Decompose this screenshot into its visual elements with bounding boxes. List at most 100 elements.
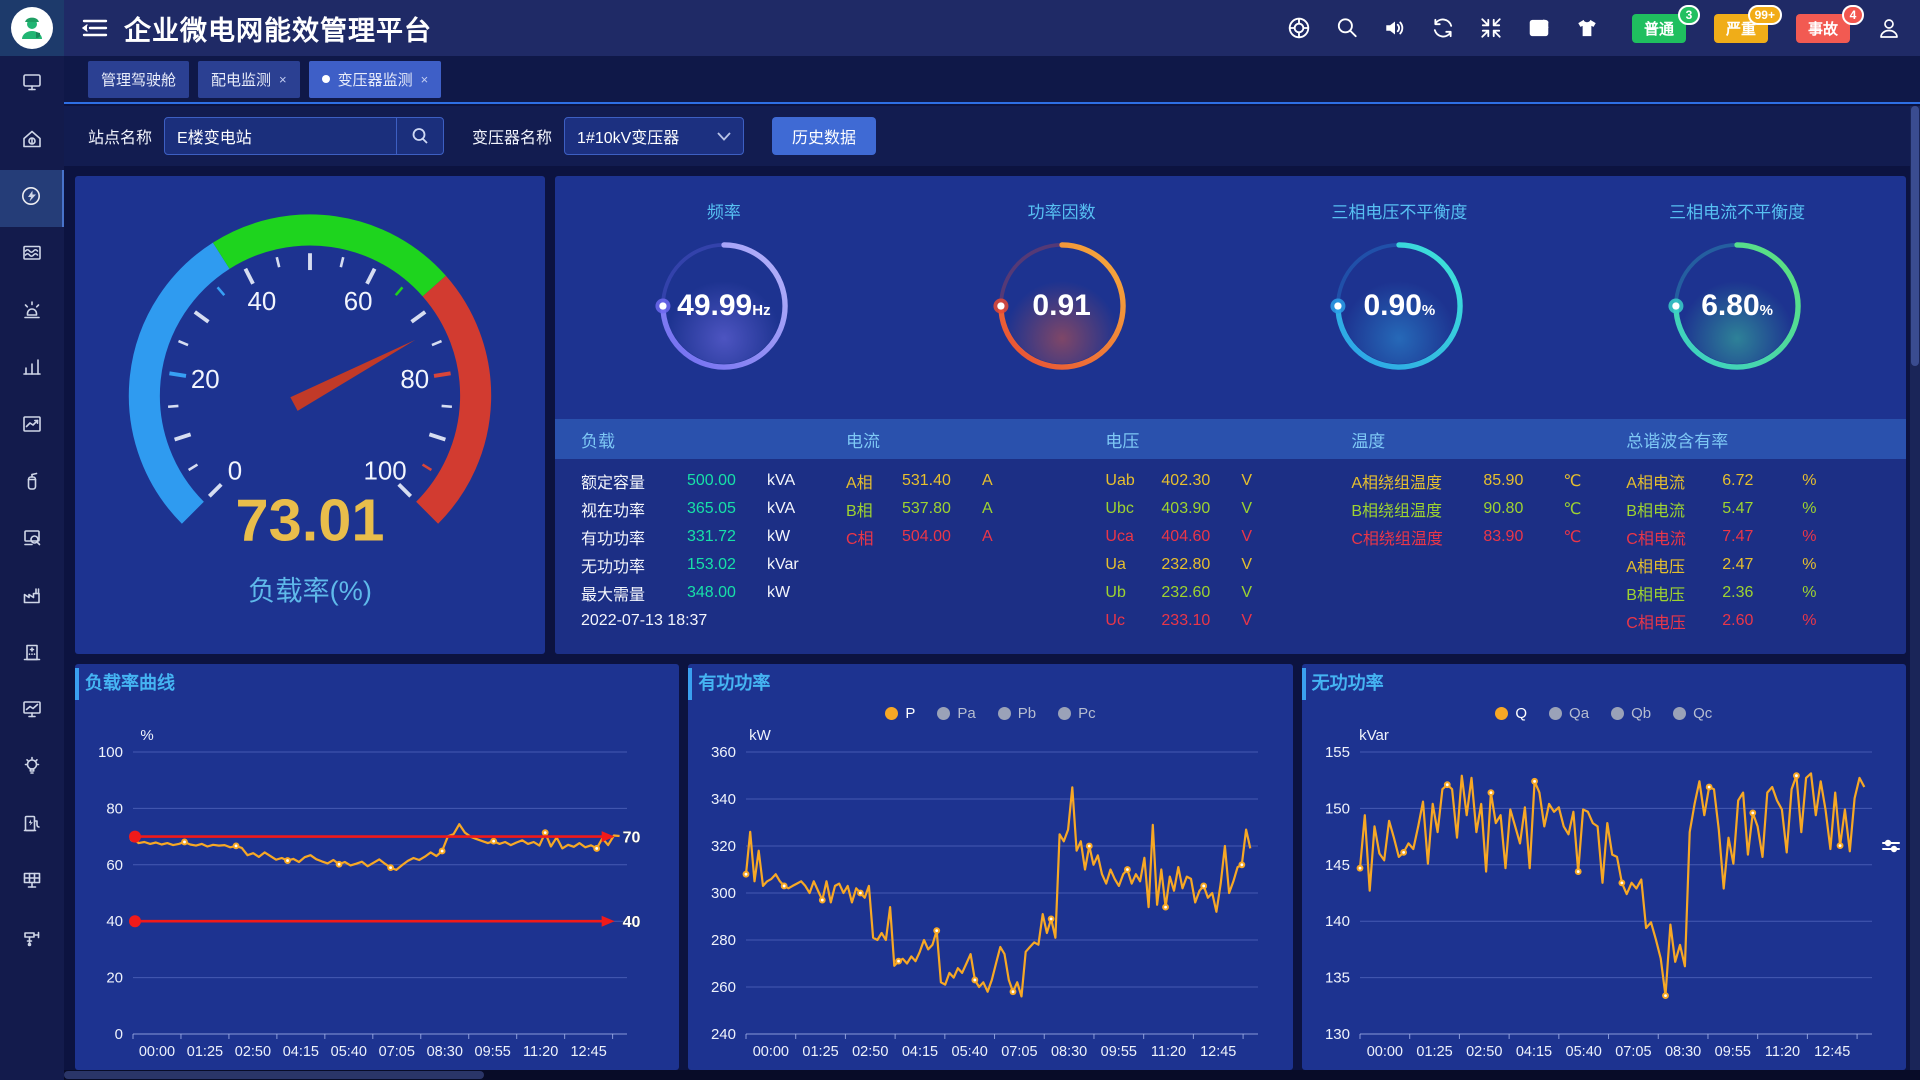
- cell-unit: A: [982, 472, 993, 490]
- legend-item-Pb[interactable]: Pb: [998, 705, 1036, 722]
- volume-icon[interactable]: [1382, 15, 1408, 41]
- sidebar-item-inspect-card[interactable]: [0, 512, 64, 569]
- svg-text:20: 20: [106, 970, 123, 987]
- transformer-select[interactable]: 1#10kV变压器: [564, 117, 744, 155]
- table-col-4: A相电流6.72%B相电流5.47%C相电流7.47%A相电压2.47%B相电压…: [1622, 459, 1906, 654]
- help-lifebuoy-icon[interactable]: [1286, 15, 1312, 41]
- svg-text:00:00: 00:00: [1366, 1044, 1402, 1060]
- alarm-badge-2[interactable]: 事故4: [1796, 14, 1850, 43]
- tab-0[interactable]: 管理驾驶舱: [88, 61, 189, 98]
- legend-item-Qb[interactable]: Qb: [1611, 705, 1651, 722]
- alarm-badge-1[interactable]: 严重99+: [1714, 14, 1768, 43]
- svg-text:70: 70: [623, 830, 641, 847]
- legend-item-Q[interactable]: Q: [1495, 705, 1527, 722]
- menu-fold-icon[interactable]: [82, 17, 108, 39]
- sidebar-item-energy-lightning[interactable]: [0, 170, 64, 227]
- svg-text:80: 80: [106, 800, 123, 817]
- avatar[interactable]: [11, 7, 53, 49]
- site-search-button[interactable]: [396, 118, 443, 154]
- table-row: B相电压2.36%: [1626, 579, 1906, 607]
- theme-skin-icon[interactable]: [1574, 15, 1600, 41]
- gauge-value: 73.01: [236, 487, 385, 554]
- sidebar-item-alarm-siren[interactable]: [0, 284, 64, 341]
- sidebar-item-trend-chart[interactable]: [0, 398, 64, 455]
- sidebar-item-wave-chart[interactable]: [0, 227, 64, 284]
- svg-text:文: 文: [1540, 19, 1548, 29]
- svg-text:0: 0: [228, 458, 242, 486]
- chart-settings-icon[interactable]: [1880, 835, 1902, 862]
- tab-1[interactable]: 配电监测×: [198, 61, 300, 98]
- table-col-header-0: 负载: [555, 427, 832, 452]
- legend-item-Qc[interactable]: Qc: [1673, 705, 1712, 722]
- sidebar-item-screen[interactable]: [0, 56, 64, 113]
- energy-lightning-icon: [20, 185, 42, 212]
- chart-title: 无功功率: [1312, 669, 1384, 695]
- tab-close-icon[interactable]: ×: [421, 72, 429, 87]
- sidebar-item-bar-chart[interactable]: [0, 341, 64, 398]
- cell-label: Uca: [1105, 528, 1147, 546]
- svg-text:04:15: 04:15: [283, 1044, 319, 1060]
- tab-2[interactable]: 变压器监测×: [309, 61, 442, 98]
- sidebar-item-factory[interactable]: [0, 569, 64, 626]
- svg-text:07:05: 07:05: [1615, 1044, 1651, 1060]
- sidebar-item-pipe-valve[interactable]: [0, 911, 64, 968]
- svg-text:40: 40: [247, 288, 276, 316]
- cell-unit: %: [1802, 612, 1816, 630]
- user-icon[interactable]: [1876, 15, 1902, 41]
- legend-item-Pa[interactable]: Pa: [937, 705, 975, 722]
- svg-text:11:20: 11:20: [523, 1044, 558, 1060]
- cell-unit: %: [1802, 472, 1816, 490]
- tab-close-icon[interactable]: ×: [279, 72, 287, 87]
- alarm-badge-count: 99+: [1748, 5, 1782, 25]
- table-row: B相电流5.47%: [1626, 495, 1906, 523]
- cell-label: Ua: [1105, 556, 1147, 574]
- svg-text:100: 100: [98, 744, 123, 761]
- history-data-button[interactable]: 历史数据: [772, 117, 876, 155]
- sidebar-item-ev-charger[interactable]: [0, 797, 64, 854]
- cell-label: 2022-07-13 18:37: [581, 612, 707, 630]
- horizontal-scrollbar[interactable]: [64, 1070, 1920, 1080]
- svg-text:20: 20: [191, 366, 220, 394]
- cell-label: A相电压: [1626, 553, 1708, 577]
- legend-item-Qa[interactable]: Qa: [1549, 705, 1589, 722]
- translate-icon[interactable]: A文: [1526, 15, 1552, 41]
- cell-label: B相电压: [1626, 581, 1708, 605]
- cell-value: 404.60: [1161, 528, 1227, 546]
- sidebar-item-monitor-chart[interactable]: [0, 683, 64, 740]
- sidebar-item-fire-extinguisher[interactable]: [0, 455, 64, 512]
- refresh-icon[interactable]: [1430, 15, 1456, 41]
- exit-fullscreen-icon[interactable]: [1478, 15, 1504, 41]
- legend-item-P[interactable]: P: [885, 705, 915, 722]
- table-row: 视在功率365.05kVA: [581, 495, 832, 523]
- alarm-badge-label: 事故: [1808, 21, 1838, 38]
- svg-text:04:15: 04:15: [902, 1044, 938, 1060]
- svg-text:08:30: 08:30: [427, 1044, 463, 1060]
- search-icon[interactable]: [1334, 15, 1360, 41]
- kpi-value: 0.90%: [1324, 231, 1474, 381]
- table-col-header-2: 电压: [1095, 427, 1345, 452]
- sidebar-nav: [0, 56, 64, 968]
- table-col-2: Uab402.30VUbc403.90VUca404.60VUa232.80VU…: [1095, 459, 1345, 654]
- sidebar-item-building[interactable]: [0, 626, 64, 683]
- cell-unit: ℃: [1563, 499, 1581, 519]
- sidebar-item-solar-panel[interactable]: [0, 854, 64, 911]
- gauge-label: 负载率(%): [248, 575, 372, 606]
- site-search-input[interactable]: [165, 118, 396, 154]
- site-search-box: [164, 117, 444, 155]
- table-row: Uca404.60V: [1105, 523, 1345, 551]
- svg-text:09:55: 09:55: [475, 1044, 511, 1060]
- cell-unit: kW: [767, 584, 790, 602]
- svg-text:300: 300: [711, 885, 736, 902]
- kpi-title: 功率因数: [1028, 198, 1096, 223]
- legend-item-Pc[interactable]: Pc: [1058, 705, 1096, 722]
- alarm-badge-0[interactable]: 普通3: [1632, 14, 1686, 43]
- kpi-2: 三相电压不平衡度: [1231, 176, 1569, 419]
- svg-text:150: 150: [1325, 800, 1350, 817]
- vertical-scrollbar[interactable]: [1910, 106, 1920, 1070]
- sidebar-item-bulb[interactable]: [0, 740, 64, 797]
- cell-unit: kVar: [767, 556, 799, 574]
- svg-text:130: 130: [1325, 1026, 1350, 1043]
- cell-value: 403.90: [1161, 500, 1227, 518]
- sidebar-item-home-globe[interactable]: [0, 113, 64, 170]
- svg-text:08:30: 08:30: [1051, 1044, 1087, 1060]
